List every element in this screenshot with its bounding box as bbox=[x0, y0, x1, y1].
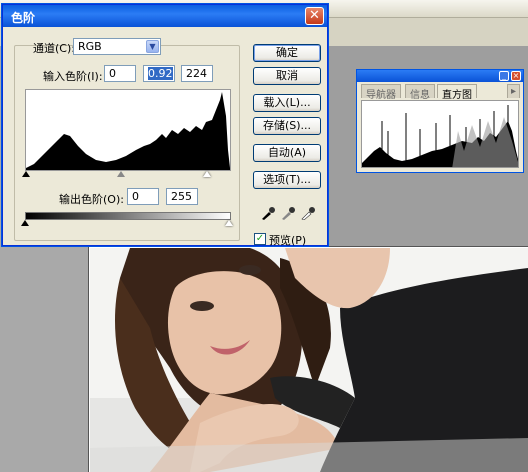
auto-button[interactable]: 自动(A) bbox=[253, 144, 321, 162]
white-eyedropper-icon[interactable] bbox=[300, 206, 316, 220]
channel-value: RGB bbox=[78, 40, 102, 53]
options-button[interactable]: 选项(T)... bbox=[253, 171, 321, 189]
portrait-photo bbox=[90, 248, 528, 472]
input-gamma-handle[interactable] bbox=[117, 171, 125, 177]
output-white-field[interactable]: 255 bbox=[166, 188, 198, 205]
cancel-button[interactable]: 取消 bbox=[253, 67, 321, 85]
histogram-palette: _ × 导航器 信息 直方图 ▸ bbox=[356, 69, 524, 173]
channel-label: 通道(C): bbox=[33, 42, 75, 55]
dialog-titlebar[interactable]: 色阶 bbox=[3, 5, 327, 27]
input-black-point-handle[interactable] bbox=[22, 171, 30, 177]
levels-histogram bbox=[25, 89, 231, 171]
channel-select[interactable]: RGB ▼ bbox=[73, 38, 161, 55]
close-icon[interactable]: × bbox=[511, 71, 521, 81]
preview-label: 预览(P) bbox=[269, 234, 307, 247]
load-button[interactable]: 载入(L)... bbox=[253, 94, 321, 112]
minimize-icon[interactable]: _ bbox=[499, 71, 509, 81]
dialog-title: 色阶 bbox=[11, 11, 36, 25]
gray-eyedropper-icon[interactable] bbox=[280, 206, 296, 220]
tab-navigator[interactable]: 导航器 bbox=[361, 84, 401, 101]
chevron-down-icon[interactable]: ▼ bbox=[146, 40, 159, 53]
input-white-point-handle[interactable] bbox=[203, 171, 211, 177]
output-gradient-bar bbox=[25, 212, 231, 220]
input-gamma-value: 0.92 bbox=[148, 67, 173, 80]
input-gamma-field[interactable]: 0.92 bbox=[143, 65, 175, 82]
output-black-field[interactable]: 0 bbox=[127, 188, 159, 205]
output-levels-label: 输出色阶(O): bbox=[59, 193, 124, 206]
close-icon[interactable]: ✕ bbox=[305, 7, 324, 25]
palette-menu-icon[interactable]: ▸ bbox=[507, 84, 521, 98]
output-black-handle[interactable] bbox=[21, 220, 29, 226]
input-levels-label: 输入色阶(I): bbox=[43, 70, 103, 83]
tab-histogram[interactable]: 直方图 bbox=[437, 84, 477, 101]
input-black-field[interactable]: 0 bbox=[104, 65, 136, 82]
levels-dialog: 色阶 ✕ 通道(C): RGB ▼ 输入色阶(I): 0 0.92 224 输出… bbox=[2, 4, 328, 247]
palette-histogram bbox=[361, 100, 519, 168]
output-white-handle[interactable] bbox=[225, 220, 233, 226]
input-levels-slider[interactable] bbox=[22, 171, 231, 179]
save-button[interactable]: 存储(S)... bbox=[253, 117, 321, 135]
tab-info[interactable]: 信息 bbox=[405, 84, 435, 101]
black-eyedropper-icon[interactable] bbox=[260, 206, 276, 220]
preview-checkbox[interactable]: ✓ bbox=[254, 233, 266, 245]
input-white-field[interactable]: 224 bbox=[181, 65, 213, 82]
ok-button[interactable]: 确定 bbox=[253, 44, 321, 62]
